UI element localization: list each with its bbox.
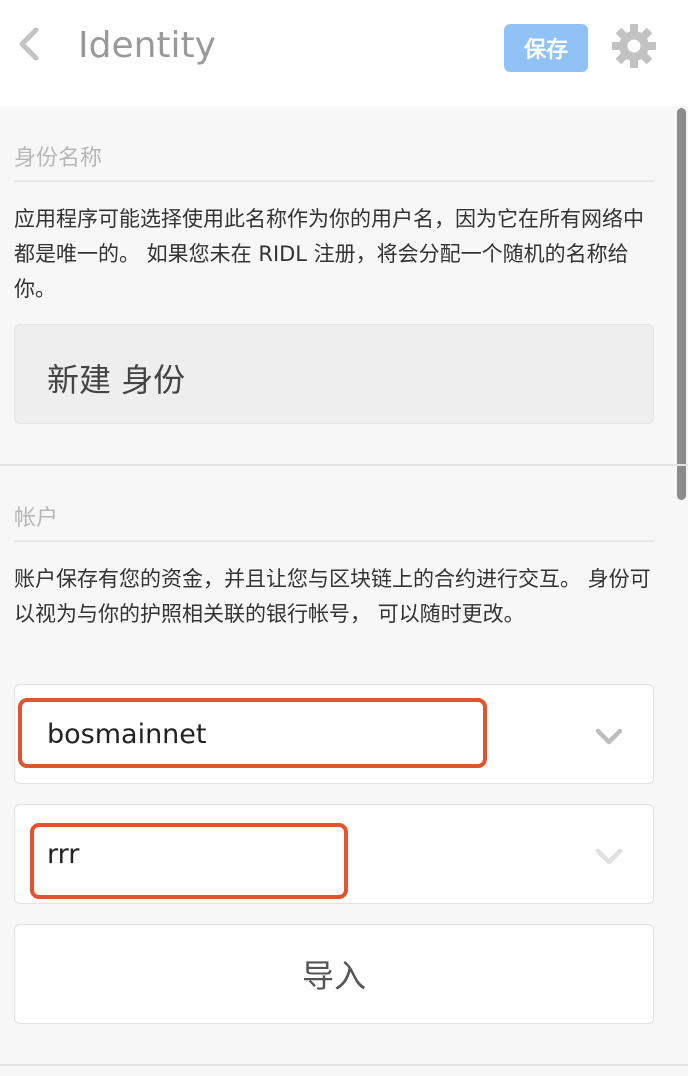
identity-description: 应用程序可能选择使用此名称作为你的用户名，因为它在所有网络中都是唯一的。 如果您…	[14, 207, 644, 301]
top-bar: Identity 保存	[0, 0, 688, 106]
account-highlight-box	[30, 823, 348, 899]
identity-label-rule	[14, 180, 654, 182]
chevron-down-icon	[595, 848, 623, 865]
account-label-rule	[14, 540, 654, 542]
bottom-divider	[0, 1064, 688, 1066]
identity-name-label: 身份名称	[14, 146, 103, 171]
gear-icon	[612, 24, 656, 68]
section-divider	[0, 464, 688, 466]
identity-name-value: 新建 身份	[47, 361, 186, 399]
identity-name-field[interactable]: 新建 身份	[14, 324, 654, 424]
chevron-down-icon	[595, 728, 623, 745]
account-label: 帐户	[14, 506, 59, 531]
account-description: 账户保存有您的资金，并且让您与区块链上的合约进行交互。 身份可以视为与你的护照相…	[14, 567, 651, 626]
import-button[interactable]: 导入	[14, 924, 654, 1024]
network-highlight-box	[18, 698, 487, 768]
page-title: Identity	[78, 25, 216, 66]
chevron-left-icon	[19, 27, 39, 61]
settings-button[interactable]	[610, 22, 658, 70]
save-button[interactable]: 保存	[504, 24, 588, 72]
scrollbar[interactable]	[677, 108, 686, 500]
back-button[interactable]	[10, 24, 50, 64]
